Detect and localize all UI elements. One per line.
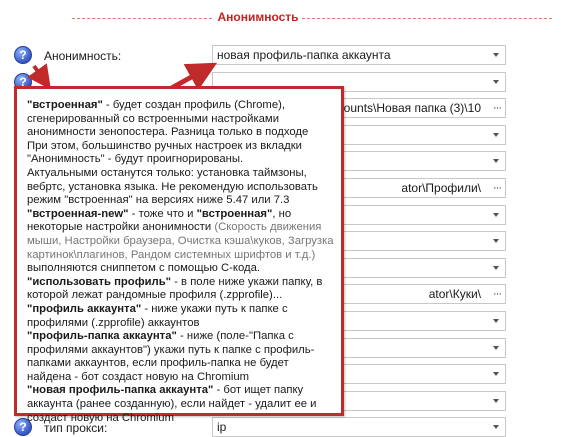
tooltip-paragraph-builtin-new: "встроенная-new" - тоже что и "встроенна… xyxy=(27,207,334,275)
tooltip-paragraph-use-profile: "использовать профиль" - в поле ниже ука… xyxy=(27,275,323,302)
anonymity-help-tooltip: "встроенная" - будет создан профиль (Chr… xyxy=(14,86,344,424)
tooltip-paragraph-profile-folder: "профиль-папка аккаунта" - ниже (поле-"П… xyxy=(27,330,315,383)
chevron-down-icon[interactable] xyxy=(493,425,499,429)
tooltip-paragraph-ignored: При этом, большинство ручных настроек из… xyxy=(27,139,302,166)
tooltip-paragraph-actual: Актуальными останутся только: установка … xyxy=(27,166,318,207)
tooltip-paragraph-account-profile: "профиль аккаунта" - ниже укажи путь к п… xyxy=(27,302,288,329)
tooltip-paragraph-new-profile-folder: "новая профиль-папка аккаунта" - бот ище… xyxy=(27,384,317,424)
tooltip-paragraph-builtin: "встроенная" - будет создан профиль (Chr… xyxy=(27,99,309,139)
